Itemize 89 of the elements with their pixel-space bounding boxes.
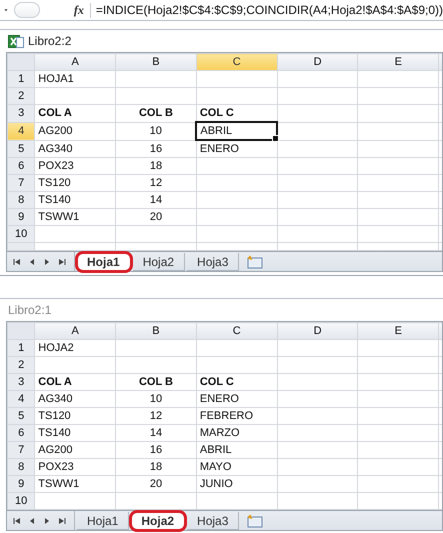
table-cell: 20 xyxy=(116,476,196,492)
table-cell: 10 xyxy=(116,390,196,408)
sheet-tab[interactable]: Hoja2 xyxy=(132,252,186,270)
previous-sheet-icon[interactable] xyxy=(28,516,36,524)
formula-field[interactable]: =INDICE(Hoja2!$C$4:$C$9;COINCIDIR(A4;Hoja2!$A$4:$A$9;0)) xyxy=(90,3,443,17)
row-header[interactable]: 6 xyxy=(8,424,35,442)
table-cell: 16 xyxy=(116,442,196,458)
row-header[interactable]: 3 xyxy=(8,104,35,122)
table-cell: TS120 xyxy=(34,408,116,424)
table-cell: 14 xyxy=(116,424,196,442)
column-header[interactable]: D xyxy=(277,322,358,340)
table-cell: POX23 xyxy=(34,158,116,174)
table-cell: 20 xyxy=(116,208,196,226)
row-header[interactable]: 9 xyxy=(8,476,35,492)
row-header[interactable]: 10 xyxy=(8,492,35,510)
table-cell: POX23 xyxy=(34,458,116,476)
table-cell: 14 xyxy=(116,192,196,208)
active-cell[interactable]: ABRIL xyxy=(196,122,278,140)
row-header[interactable]: 1 xyxy=(8,340,35,356)
row-header[interactable]: 10 xyxy=(8,226,35,242)
new-sheet-icon[interactable] xyxy=(245,254,266,268)
row-header[interactable]: 2 xyxy=(8,356,35,374)
table-cell: ABRIL xyxy=(196,442,278,458)
table-cell: HOJA1 xyxy=(34,70,116,88)
table-cell: COL A xyxy=(34,374,116,390)
table-cell: TS120 xyxy=(34,174,116,192)
new-sheet-icon[interactable] xyxy=(245,514,266,528)
row-header[interactable]: 8 xyxy=(8,458,35,476)
fill-handle[interactable] xyxy=(272,135,280,142)
table-cell: 12 xyxy=(116,174,196,192)
first-sheet-icon[interactable] xyxy=(13,258,21,266)
window-title: Libro2:1 xyxy=(8,303,52,317)
column-header[interactable]: C xyxy=(196,322,278,340)
table-cell: COL C xyxy=(196,374,278,390)
table-cell: JUNIO xyxy=(196,476,278,492)
table-cell: AG200 xyxy=(34,442,116,458)
sheet-tab[interactable]: Hoja2 xyxy=(131,512,186,530)
table-cell: HOJA2 xyxy=(34,340,116,356)
table-cell: 18 xyxy=(116,458,196,476)
row-header[interactable]: 6 xyxy=(8,158,35,174)
row-header[interactable]: 5 xyxy=(8,140,35,158)
table-cell: COL A xyxy=(34,104,116,122)
next-sheet-icon[interactable] xyxy=(43,258,51,266)
row-header[interactable]: 5 xyxy=(8,408,35,424)
row-header[interactable]: 4 xyxy=(8,122,35,140)
column-header[interactable]: E xyxy=(358,322,439,340)
last-sheet-icon[interactable] xyxy=(58,516,66,524)
row-header[interactable]: 9 xyxy=(8,208,35,226)
previous-sheet-icon[interactable] xyxy=(28,258,36,266)
table-cell: ENERO xyxy=(196,140,278,158)
table-cell: AG200 xyxy=(34,122,116,140)
column-header[interactable]: B xyxy=(116,322,196,340)
table-cell: 12 xyxy=(116,408,196,424)
row-header[interactable]: 7 xyxy=(8,442,35,458)
table-cell: TS140 xyxy=(34,192,116,208)
table-cell: MARZO xyxy=(196,424,278,442)
column-header[interactable]: B xyxy=(116,54,196,70)
table-cell: ENERO xyxy=(196,390,278,408)
table-cell: AG340 xyxy=(34,390,116,408)
table-cell: COL B xyxy=(116,374,196,390)
row-header[interactable]: 4 xyxy=(8,390,35,408)
window-title: Libro2:2 xyxy=(28,34,72,48)
table-cell: AG340 xyxy=(34,140,116,158)
first-sheet-icon[interactable] xyxy=(13,516,21,524)
last-sheet-icon[interactable] xyxy=(58,258,66,266)
column-header[interactable]: E xyxy=(358,54,439,70)
row-header[interactable]: 2 xyxy=(8,88,35,104)
spreadsheet-icon[interactable] xyxy=(8,34,24,48)
sheet-tab[interactable]: Hoja3 xyxy=(187,512,240,530)
sheet-tab[interactable]: Hoja3 xyxy=(187,252,240,270)
sheet-tab[interactable]: Hoja1 xyxy=(77,252,131,270)
table-cell: 18 xyxy=(116,158,196,174)
column-header[interactable]: A xyxy=(34,54,116,70)
column-header[interactable]: C xyxy=(196,54,278,70)
table-cell: MAYO xyxy=(196,458,278,476)
table-cell: COL B xyxy=(116,104,196,122)
column-header[interactable]: A xyxy=(34,322,116,340)
table-cell: FEBRERO xyxy=(196,408,278,424)
row-header[interactable]: 1 xyxy=(8,70,35,88)
insert-function-button[interactable]: fx xyxy=(68,2,91,18)
column-header[interactable]: D xyxy=(277,54,358,70)
table-cell: TSWW1 xyxy=(34,208,116,226)
row-header[interactable]: 8 xyxy=(8,192,35,208)
row-header[interactable]: 7 xyxy=(8,174,35,192)
next-sheet-icon[interactable] xyxy=(43,516,51,524)
row-header[interactable]: 3 xyxy=(8,374,35,390)
table-cell: TSWW1 xyxy=(34,476,116,492)
table-cell: 16 xyxy=(116,140,196,158)
table-cell: TS140 xyxy=(34,424,116,442)
